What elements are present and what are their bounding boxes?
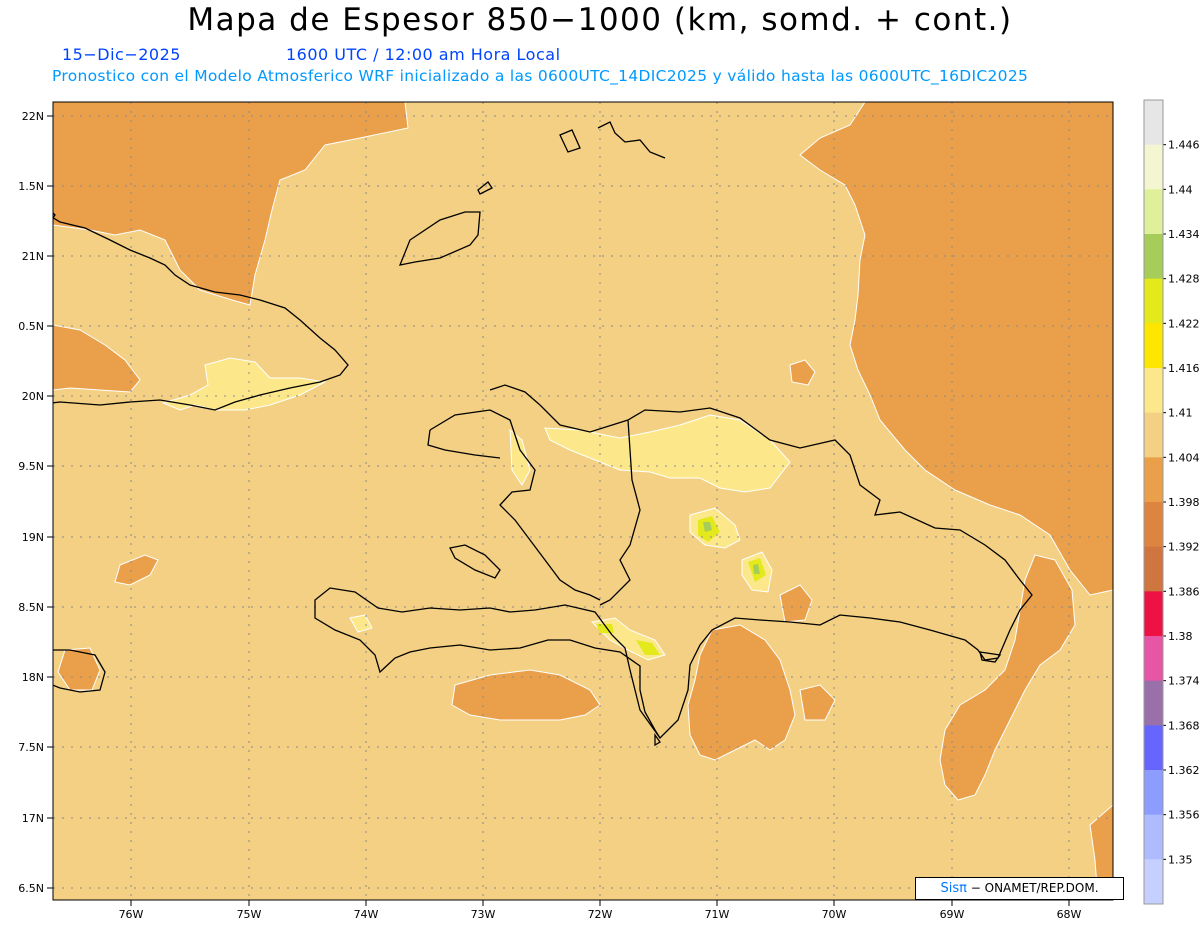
colorbar-label: 1.398 <box>1168 496 1200 509</box>
lon-label: 68W <box>1057 908 1082 921</box>
colorbar-swatch <box>1144 680 1163 726</box>
colorbar-swatch <box>1144 412 1163 458</box>
lon-label: 73W <box>471 908 496 921</box>
coastline-west-cay <box>53 212 56 219</box>
colorbar-label: 1.374 <box>1168 675 1200 688</box>
colorbar-label: 1.38 <box>1168 630 1193 643</box>
lat-label: 21N <box>22 250 44 263</box>
longitude-axis: 76W 75W 74W 73W 72W 71W 70W 69W 68W <box>119 900 1082 921</box>
colorbar-swatch <box>1144 189 1163 235</box>
colorbar-label: 1.356 <box>1168 809 1200 822</box>
colorbar-label: 1.428 <box>1168 273 1200 286</box>
map-plot-area <box>53 102 1113 900</box>
lat-label: 0.5N <box>18 320 44 333</box>
lat-label: 6.5N <box>18 882 44 895</box>
colorbar-label: 1.416 <box>1168 362 1200 375</box>
credit-text: − ONAMET/REP.DOM. <box>966 881 1099 895</box>
colorbar-label: 1.392 <box>1168 541 1200 554</box>
colorbar-label: 1.362 <box>1168 764 1200 777</box>
colorbar-label: 1.434 <box>1168 228 1200 241</box>
colorbar-label: 1.35 <box>1168 853 1193 866</box>
lat-label: 7.5N <box>18 741 44 754</box>
colorbar-swatch <box>1144 457 1163 503</box>
colorbar-swatch <box>1144 591 1163 637</box>
lat-label: 20N <box>22 390 44 403</box>
colorbar-swatch <box>1144 278 1163 324</box>
lon-label: 71W <box>705 908 730 921</box>
colorbar: 1.446 1.44 1.434 1.428 1.422 1.416 1.41 1.404 1.… <box>1143 99 1200 905</box>
lon-label: 76W <box>119 908 144 921</box>
lat-label: 9.5N <box>18 460 44 473</box>
colorbar-swatch <box>1144 725 1163 771</box>
credit-brand: Sisπ <box>940 881 967 896</box>
lat-label: 22N <box>22 110 44 123</box>
lon-label: 74W <box>354 908 379 921</box>
colorbar-label: 1.368 <box>1168 719 1200 732</box>
lon-label: 72W <box>588 908 613 921</box>
lon-label: 70W <box>822 908 847 921</box>
colorbar-swatch <box>1144 636 1163 682</box>
lat-label: 17N <box>22 812 44 825</box>
lat-label: 8.5N <box>18 601 44 614</box>
colorbar-swatch <box>1144 100 1163 146</box>
colorbar-swatch <box>1144 546 1163 592</box>
colorbar-swatch <box>1144 770 1163 816</box>
colorbar-swatch <box>1144 144 1163 190</box>
colorbar-swatch <box>1144 814 1163 860</box>
credit-box: Sisπ − ONAMET/REP.DOM. <box>915 877 1124 900</box>
colorbar-swatch <box>1144 323 1163 369</box>
colorbar-label: 1.41 <box>1168 407 1193 420</box>
colorbar-label: 1.404 <box>1168 451 1200 464</box>
colorbar-swatch <box>1144 368 1163 414</box>
lat-label: 19N <box>22 531 44 544</box>
colorbar-label: 1.44 <box>1168 183 1193 196</box>
colorbar-label: 1.386 <box>1168 585 1200 598</box>
colorbar-swatch <box>1144 234 1163 280</box>
lon-label: 75W <box>237 908 262 921</box>
colorbar-swatch <box>1144 859 1163 905</box>
colorbar-label: 1.446 <box>1168 139 1200 152</box>
lon-label: 69W <box>940 908 965 921</box>
lat-label: 18N <box>22 671 44 684</box>
colorbar-swatch <box>1144 502 1163 548</box>
lat-label: 1.5N <box>18 180 44 193</box>
latitude-axis: 22N 1.5N 21N 0.5N 20N 9.5N 19N 8.5N 18N … <box>18 110 53 895</box>
colorbar-label: 1.422 <box>1168 317 1200 330</box>
thickness-map: 22N 1.5N 21N 0.5N 20N 9.5N 19N 8.5N 18N … <box>18 99 1200 921</box>
